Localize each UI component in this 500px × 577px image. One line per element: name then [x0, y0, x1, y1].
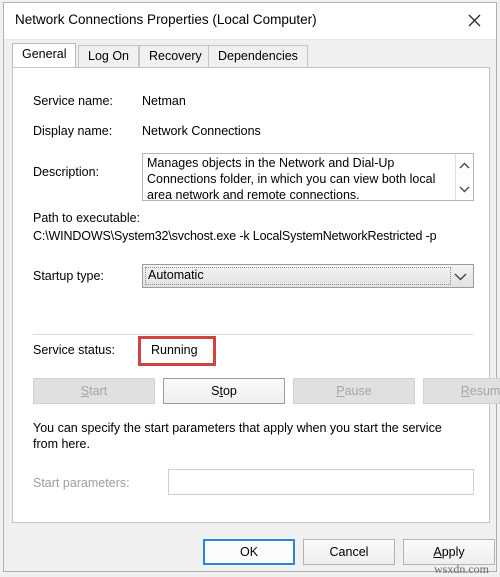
tab-general-label: General [22, 47, 67, 61]
service-properties-dialog: Network Connections Properties (Local Co… [3, 2, 500, 576]
cancel-button[interactable]: Cancel [303, 539, 395, 565]
pause-button-label: Pause [336, 384, 372, 398]
service-name-value: Netman [142, 94, 186, 108]
start-button-label: Start [80, 384, 108, 398]
tab-log-on-label: Log On [88, 49, 130, 63]
tab-recovery[interactable]: Recovery [139, 45, 212, 67]
window-title: Network Connections Properties (Local Co… [15, 12, 317, 27]
description-scrollbar[interactable] [455, 154, 473, 200]
display-name-value: Network Connections [142, 124, 261, 138]
tab-recovery-label: Recovery [149, 49, 202, 63]
watermark: wsxdn.com [434, 562, 489, 576]
description-textbox[interactable]: Manages objects in the Network and Dial-… [142, 153, 474, 201]
tab-general[interactable]: General [12, 43, 77, 67]
start-parameters-help-text: You can specify the start parameters tha… [33, 421, 442, 451]
cancel-button-label: Cancel [329, 545, 369, 559]
startup-type-label: Startup type: [33, 269, 104, 283]
service-name-label: Service name: [33, 94, 113, 108]
description-value: Manages objects in the Network and Dial-… [147, 156, 436, 201]
separator-top [33, 334, 473, 335]
description-label: Description: [33, 165, 99, 179]
stop-button[interactable]: Stop [163, 378, 285, 404]
tab-log-on[interactable]: Log On [78, 45, 140, 67]
chevron-up-icon[interactable] [456, 157, 473, 174]
service-status-value: Running [151, 343, 198, 357]
tab-dependencies[interactable]: Dependencies [208, 45, 308, 67]
close-icon[interactable] [452, 3, 496, 38]
tab-strip: General Log On Recovery Dependencies [12, 43, 490, 68]
resume-button-label: Resume [460, 384, 500, 398]
start-parameters-input[interactable] [168, 469, 474, 495]
startup-type-dropdown[interactable]: Automatic [142, 264, 474, 288]
service-status-label: Service status: [33, 343, 115, 357]
ok-button[interactable]: OK [203, 539, 295, 565]
apply-button-label: Apply [433, 545, 465, 559]
chevron-down-icon[interactable] [456, 180, 473, 197]
path-to-executable-value: C:\WINDOWS\System32\svchost.exe -k Local… [33, 229, 437, 243]
general-tab-panel: Service name: Netman Display name: Netwo… [12, 67, 500, 523]
stop-button-label: Stop [211, 384, 237, 398]
title-bar: Network Connections Properties (Local Co… [4, 3, 496, 40]
pause-button[interactable]: Pause [293, 378, 415, 404]
start-button[interactable]: Start [33, 378, 155, 404]
path-to-executable-label: Path to executable: [33, 211, 141, 225]
ok-button-label: OK [239, 545, 259, 559]
tab-dependencies-label: Dependencies [218, 49, 298, 63]
resume-button[interactable]: Resume [423, 378, 500, 404]
startup-type-value: Automatic [148, 268, 204, 282]
start-parameters-label: Start parameters: [33, 476, 130, 490]
display-name-label: Display name: [33, 124, 113, 138]
chevron-down-icon[interactable] [449, 265, 471, 287]
